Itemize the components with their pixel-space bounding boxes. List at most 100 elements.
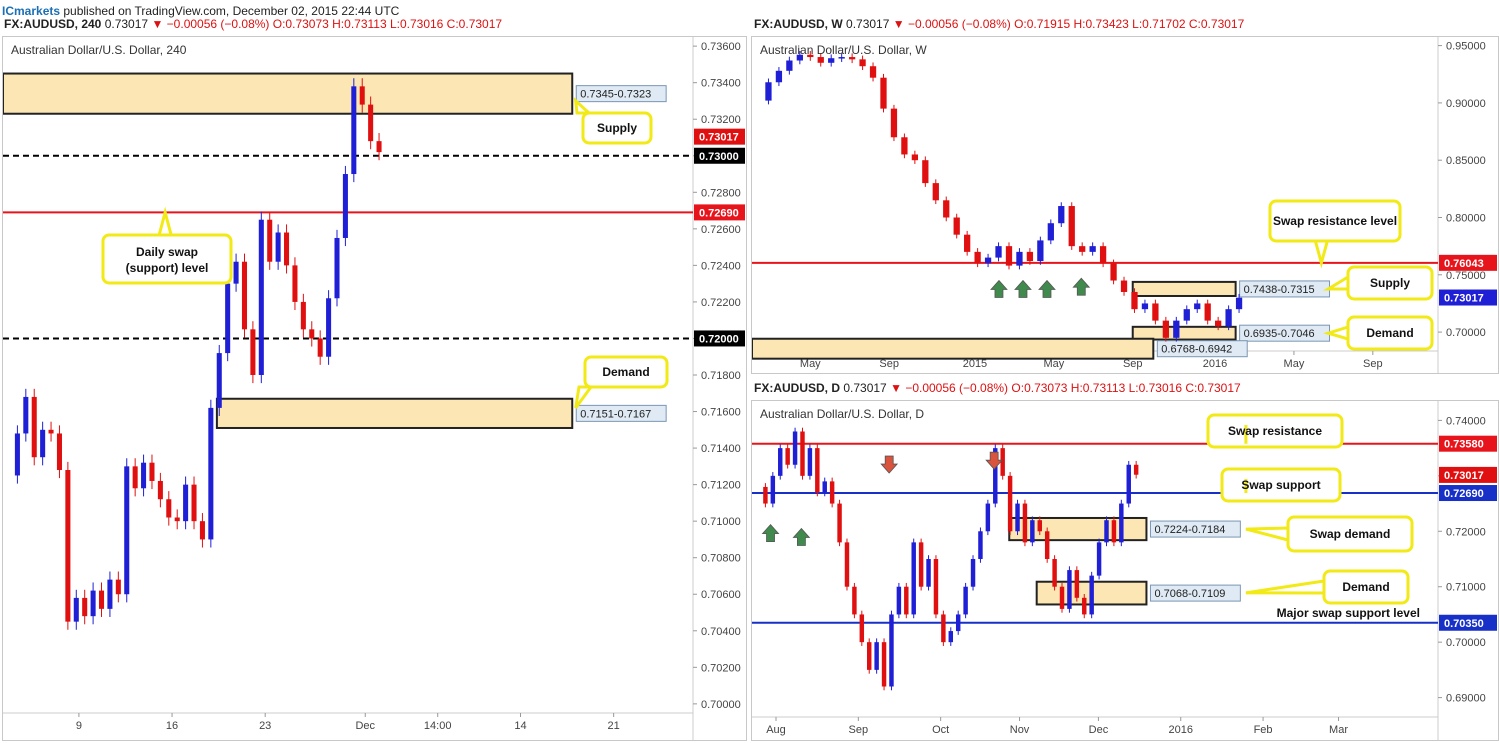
callout-pointer [1322, 274, 1350, 291]
price-zone [1131, 280, 1237, 297]
candle-body [1068, 206, 1075, 247]
candle-body [368, 104, 374, 142]
change-4h: −0.00056 (−0.08%) [166, 17, 270, 31]
callout-text: Demand [602, 365, 649, 379]
candle-body [964, 234, 971, 252]
zone-label: 0.6935-0.7046 [1244, 328, 1315, 340]
chart-svg-daily[interactable]: 0.740000.730000.720000.710000.700000.690… [752, 401, 1498, 740]
x-tick-label: Dec [1089, 724, 1109, 736]
callout-text: Swap support [1241, 478, 1320, 492]
x-tick-label: 16 [166, 720, 178, 732]
chart-svg-weekly[interactable]: 0.95000 0.90000 0.85000 0.80000 0.75000 0.700… [752, 37, 1498, 373]
change-d: −0.00056 (−0.08%) [905, 381, 1009, 395]
candle-body [1015, 503, 1020, 532]
candle-body [40, 429, 46, 458]
callout-text: Supply [597, 121, 637, 135]
chart-panel-weekly[interactable]: 0.95000 0.90000 0.85000 0.80000 0.75000 0.700… [751, 36, 1499, 374]
candle-body [1225, 309, 1232, 327]
candle-body [817, 57, 824, 63]
x-tick-label: 2016 [1203, 358, 1227, 370]
candle-body [342, 174, 348, 238]
up-arrow-icon [1014, 279, 1032, 298]
candle-body [943, 200, 950, 218]
candle-body [73, 597, 79, 622]
up-arrow-icon [1038, 279, 1056, 298]
candle-body [1022, 503, 1028, 543]
x-tick-label: 9 [76, 720, 82, 732]
y-tick-label: 0.71800 [701, 370, 741, 382]
y-tick-label: 0.70800 [701, 553, 741, 565]
candle-body [1215, 320, 1222, 327]
candle-body [901, 137, 908, 155]
candle-body [1026, 251, 1034, 262]
candle-body [1173, 320, 1180, 338]
y-tick-label: 0.80000 [1446, 212, 1486, 224]
y-tick-label: 0.70200 [701, 662, 741, 674]
quote-header-w: FX:AUDUSD, W 0.73017 ▼ −0.00056 (−0.08%)… [754, 14, 1244, 34]
candle-body [1120, 280, 1128, 292]
candle-body [869, 66, 877, 78]
candle-body [359, 86, 365, 105]
candle-body [1030, 520, 1035, 543]
y-tick-label: 0.71600 [701, 407, 741, 419]
candle-body [800, 431, 805, 476]
price-zone [1008, 516, 1148, 542]
symbol-4h: FX:AUDUSD, 240 [4, 17, 102, 31]
candle-body [792, 431, 798, 465]
candle-body [838, 57, 845, 59]
y-tick-label: 0.72000 [1446, 526, 1486, 538]
candle-body [275, 232, 281, 262]
y-tick-label: 0.70000 [1446, 637, 1486, 649]
quote-header-d: FX:AUDUSD, D 0.73017 ▼ −0.00056 (−0.08%)… [754, 378, 1241, 398]
price-w: 0.73017 [846, 17, 890, 31]
y-tick-label: 0.71400 [701, 443, 741, 455]
callout-box [101, 233, 233, 285]
callout-pointer [573, 97, 593, 115]
candle-body [258, 219, 264, 375]
x-tick-label: May [1284, 358, 1305, 370]
chart-panel-daily[interactable]: 0.740000.730000.720000.710000.700000.690… [751, 400, 1499, 741]
candle-body [822, 481, 827, 493]
zone-label: 0.7345-0.7323 [580, 89, 651, 101]
candle-body [970, 559, 976, 587]
candle-body [770, 475, 776, 504]
chart-svg-4h[interactable]: 0.73600 0.73400 0.73200 0.73000 0.72800 0.726… [3, 37, 746, 740]
candle-body [284, 232, 290, 266]
up-arrow-icon [792, 527, 811, 546]
chart-panel-4h[interactable]: 0.73600 0.73400 0.73200 0.73000 0.72800 0.726… [2, 36, 747, 741]
candle-body [149, 462, 155, 481]
x-tick-label: Sep [1123, 358, 1143, 370]
zone-label: 0.7224-0.7184 [1154, 524, 1225, 536]
candle-body [911, 542, 916, 615]
candle-body [241, 261, 248, 330]
candle-body [1005, 246, 1013, 266]
candle-body [1235, 297, 1243, 310]
symbol-d: FX:AUDUSD, D [754, 381, 840, 395]
candle-body [1044, 531, 1050, 559]
current-price-label: 0.73017 [1444, 470, 1484, 482]
candle-body [807, 448, 813, 476]
x-tick-label: Aug [766, 724, 786, 736]
candle-body [292, 265, 298, 302]
candle-body [115, 579, 121, 595]
callout-pointer [157, 206, 174, 237]
current-price-label: 0.73017 [1444, 293, 1484, 305]
level-price-label: 0.73000 [699, 151, 739, 163]
x-tick-label: May [800, 358, 821, 370]
candle-body [889, 614, 894, 687]
x-tick-label: Dec [355, 720, 375, 732]
y-tick-label: 0.70000 [1446, 327, 1486, 339]
candle-body [1089, 246, 1096, 252]
candle-body [14, 433, 20, 476]
x-tick-label: 23 [259, 720, 271, 732]
callout-text: Major swap support level [1277, 606, 1420, 620]
candle-body [785, 448, 790, 465]
candle-body [786, 60, 793, 71]
candle-body [82, 597, 88, 617]
candle-body [1058, 206, 1065, 224]
candle-body [859, 59, 866, 67]
x-tick-label: 14:00 [424, 720, 452, 732]
candle-body [896, 586, 902, 615]
candle-body [963, 586, 968, 615]
level-price-label: 0.72690 [699, 207, 739, 219]
